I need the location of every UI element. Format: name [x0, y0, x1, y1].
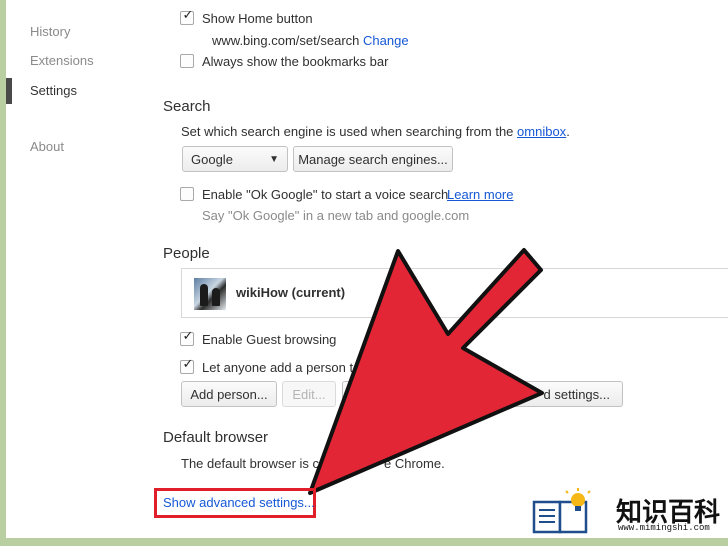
guest-browsing-checkbox[interactable]: ✓ — [180, 329, 194, 346]
profile-avatar — [194, 278, 226, 310]
watermark-logo: 知识百科 www.mimingshi.com — [524, 488, 728, 538]
show-home-button-checkbox[interactable]: ✓ — [180, 8, 194, 25]
add-person-option-checkbox[interactable]: ✓ — [180, 357, 194, 374]
home-url: www.bing.com/set/search — [212, 33, 360, 48]
change-home-link[interactable]: Change — [363, 33, 409, 48]
edit-person-button[interactable]: Edit... — [282, 381, 336, 407]
search-description-text: Set which search engine is used when sea… — [181, 124, 514, 139]
sidebar-item-history[interactable]: History — [30, 24, 70, 39]
search-engine-selected: Google — [191, 151, 233, 167]
add-person-button[interactable]: Add person... — [181, 381, 277, 407]
omnibox-link[interactable]: omnibox — [517, 124, 566, 139]
people-heading: People — [163, 245, 210, 262]
sidebar-active-indicator — [6, 78, 12, 104]
add-person-option-label: Let anyone add a person to — [202, 360, 361, 375]
ok-google-label: Enable "Ok Google" to start a voice sear… — [202, 187, 449, 202]
sidebar-item-settings[interactable]: Settings — [30, 83, 77, 98]
watermark-url: www.mimingshi.com — [618, 523, 710, 533]
bookmarks-bar-checkbox[interactable] — [180, 54, 194, 68]
search-heading: Search — [163, 98, 211, 115]
checkmark-icon: ✓ — [182, 329, 194, 344]
bookmarks-bar-label: Always show the bookmarks bar — [202, 54, 389, 69]
checkmark-icon: ✓ — [182, 357, 194, 372]
default-browser-heading: Default browser — [163, 429, 269, 446]
ok-google-checkbox[interactable] — [180, 187, 194, 201]
default-browser-text: The default browser is cu — [181, 456, 327, 471]
guest-browsing-label: Enable Guest browsing — [202, 332, 337, 347]
show-advanced-settings-link[interactable]: Show advanced settings... — [163, 495, 315, 510]
profile-list: wikiHow (current) — [181, 268, 728, 318]
ok-google-sublabel: Say "Ok Google" in a new tab and google.… — [202, 208, 470, 223]
search-description-period: . — [566, 124, 570, 139]
sidebar-item-extensions[interactable]: Extensions — [30, 53, 94, 68]
home-url-row: www.bing.com/set/search Change — [212, 33, 409, 48]
search-engine-select[interactable]: Google ▼ — [182, 146, 288, 172]
dropdown-arrow-icon: ▼ — [269, 153, 279, 165]
penguin-shape — [212, 288, 220, 306]
learn-more-link[interactable]: Learn more — [447, 187, 513, 202]
penguin-shape — [200, 284, 208, 306]
default-browser-text-end: e Chrome. — [384, 456, 445, 471]
settings-page: History Extensions Settings About ✓ Show… — [6, 0, 728, 538]
checkmark-icon: ✓ — [182, 8, 194, 23]
search-description: Set which search engine is used when sea… — [181, 124, 570, 139]
profile-name[interactable]: wikiHow (current) — [236, 285, 345, 300]
import-settings-button[interactable]: d settings... — [342, 381, 623, 407]
book-bulb-icon — [532, 488, 591, 534]
manage-search-engines-button[interactable]: Manage search engines... — [293, 146, 453, 172]
show-home-button-label: Show Home button — [202, 11, 313, 26]
sidebar-item-about[interactable]: About — [30, 139, 64, 154]
